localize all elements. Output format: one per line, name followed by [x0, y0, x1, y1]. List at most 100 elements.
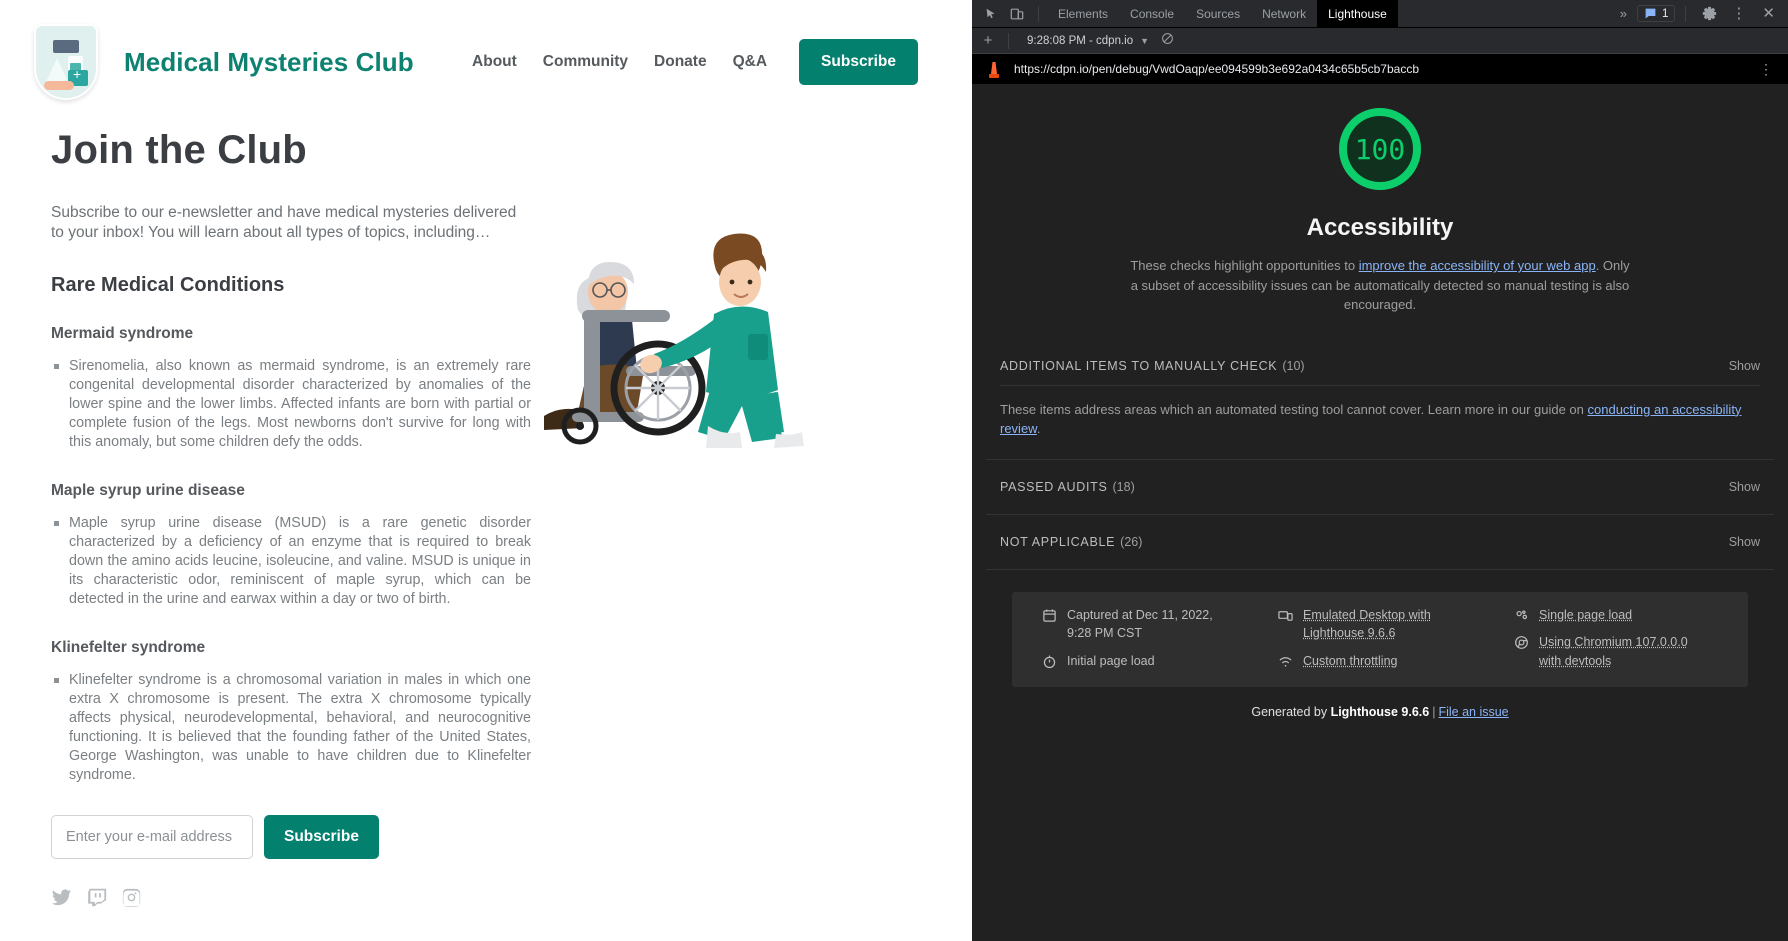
lighthouse-url-bar: https://cdpn.io/pen/debug/VwdOaqp/ee0945… [972, 54, 1788, 84]
list-item: Maple syrup urine disease (MSUD) is a ra… [51, 514, 531, 609]
site-header: Medical Mysteries Club About Community D… [0, 0, 972, 110]
metadata-column-2: Emulated Desktop with Lighthouse 9.6.6 C… [1278, 606, 1492, 671]
emulation-link[interactable]: Emulated Desktop with Lighthouse 9.6.6 [1303, 606, 1453, 644]
form-subscribe-button[interactable]: Subscribe [264, 815, 379, 859]
tab-network[interactable]: Network [1251, 0, 1317, 28]
twitch-icon[interactable] [86, 887, 107, 908]
nav-item-qanda[interactable]: Q&A [733, 53, 767, 71]
stopwatch-icon [1042, 654, 1057, 669]
chromium-version-link[interactable]: Using Chromium 107.0.0.0 with devtools [1539, 633, 1689, 671]
screen: Medical Mysteries Club About Community D… [0, 0, 1788, 941]
medical-shield-logo-icon[interactable] [34, 24, 98, 100]
clear-all-icon[interactable] [1161, 32, 1174, 50]
section-show-toggle[interactable]: Show [1729, 535, 1760, 549]
score-gauge-wrap: 100 Accessibility These checks highlight… [986, 84, 1774, 315]
score-value: 100 [1355, 133, 1406, 166]
vertical-dots-icon[interactable]: ⋮ [1754, 62, 1778, 76]
gear-icon[interactable] [1696, 2, 1722, 26]
report-footer: Generated by Lighthouse 9.6.6|File an is… [986, 687, 1774, 719]
section-passed-audits: PASSED AUDITS (18) Show [986, 460, 1774, 515]
metadata-column-1: Captured at Dec 11, 2022, 9:28 PM CST In… [1042, 606, 1256, 671]
generated-prefix: Generated by [1251, 705, 1330, 719]
nav-item-about[interactable]: About [472, 53, 517, 71]
section-show-toggle[interactable]: Show [1729, 480, 1760, 494]
issues-badge[interactable]: 1 [1637, 5, 1675, 22]
list-item: Klinefelter syndrome is a chromosomal va… [51, 671, 531, 785]
lighthouse-favicon-icon [986, 60, 1002, 78]
close-icon[interactable]: ✕ [1755, 6, 1782, 21]
devices-icon [1278, 608, 1293, 623]
calendar-icon [1042, 608, 1057, 623]
tab-elements[interactable]: Elements [1047, 0, 1119, 28]
toolbar-divider-2 [1685, 6, 1686, 22]
section-title: PASSED AUDITS [1000, 480, 1108, 494]
section-count: (26) [1120, 535, 1142, 549]
section-body: These items address areas which an autom… [986, 386, 1774, 459]
category-description: These checks highlight opportunities to … [1128, 256, 1633, 315]
devtools-tabbar: Elements Console Sources Network Lightho… [972, 0, 1788, 28]
nav-item-community[interactable]: Community [543, 53, 628, 71]
section-show-toggle[interactable]: Show [1729, 359, 1760, 373]
section-header: PASSED AUDITS (18) Show [986, 460, 1774, 514]
list-item: Sirenomelia, also known as mermaid syndr… [51, 357, 531, 452]
section-count: (18) [1113, 480, 1135, 494]
file-an-issue-link[interactable]: File an issue [1438, 705, 1508, 719]
captured-at-text: Captured at Dec 11, 2022, 9:28 PM CST [1067, 606, 1217, 644]
desc-part-1: These checks highlight opportunities to [1130, 258, 1358, 273]
improve-accessibility-link[interactable]: improve the accessibility of your web ap… [1359, 258, 1596, 273]
throttling-link[interactable]: Custom throttling [1303, 652, 1397, 671]
twitter-icon[interactable] [51, 887, 72, 908]
single-page-icon [1514, 608, 1529, 623]
metadata-item: Using Chromium 107.0.0.0 with devtools [1514, 633, 1728, 671]
chevron-double-right-icon[interactable]: » [1612, 6, 1635, 21]
social-links [51, 887, 938, 908]
body-part-2: . [1037, 421, 1041, 436]
metadata-column-3: Single page load Using Chromium 107.0.0.… [1514, 606, 1728, 671]
section-title: NOT APPLICABLE [1000, 535, 1115, 549]
audited-url: https://cdpn.io/pen/debug/VwdOaqp/ee0945… [1014, 62, 1754, 76]
vertical-dots-icon[interactable]: ⋮ [1724, 6, 1753, 21]
email-field[interactable] [51, 815, 253, 859]
nurse-pushing-patient-in-wheelchair-illustration [520, 190, 840, 450]
lighthouse-run-select[interactable]: 9:28:08 PM - cdpn.io [1027, 35, 1133, 47]
body-part-1: These items address areas which an autom… [1000, 402, 1588, 417]
condition-title-2: Maple syrup urine disease [51, 482, 938, 500]
section-not-applicable: NOT APPLICABLE (26) Show [986, 515, 1774, 570]
devtools-toolbar-actions: » 1 ⋮ ✕ [1612, 2, 1788, 26]
site-title: Medical Mysteries Club [124, 47, 414, 78]
single-page-load-link[interactable]: Single page load [1539, 606, 1632, 625]
section-title: ADDITIONAL ITEMS TO MANUALLY CHECK [1000, 359, 1277, 373]
issues-message-icon [1644, 7, 1657, 20]
page-title: Join the Club [51, 128, 938, 173]
device-toolbar-icon[interactable] [1004, 2, 1030, 26]
metadata-item: Custom throttling [1278, 652, 1492, 671]
header-subscribe-button[interactable]: Subscribe [799, 39, 918, 85]
nav-item-donate[interactable]: Donate [654, 53, 707, 71]
section-count: (10) [1282, 359, 1304, 373]
throttling-icon [1278, 654, 1293, 669]
condition-list-3: Klinefelter syndrome is a chromosomal va… [34, 671, 531, 785]
tab-console[interactable]: Console [1119, 0, 1185, 28]
category-title: Accessibility [1307, 214, 1454, 242]
page-intro: Subscribe to our e-newsletter and have m… [51, 203, 521, 244]
section-header: NOT APPLICABLE (26) Show [986, 515, 1774, 569]
report-metadata-card: Captured at Dec 11, 2022, 9:28 PM CST In… [1012, 592, 1748, 687]
section-header: ADDITIONAL ITEMS TO MANUALLY CHECK (10) … [986, 341, 1774, 385]
instagram-icon[interactable] [121, 887, 142, 908]
tab-sources[interactable]: Sources [1185, 0, 1251, 28]
footer-separator: | [1432, 705, 1435, 719]
metadata-item: Initial page load [1042, 652, 1256, 671]
lh-toolbar-divider [1008, 33, 1009, 49]
lighthouse-toolbar: + 9:28:08 PM - cdpn.io ▼ [972, 28, 1788, 54]
tab-lighthouse[interactable]: Lighthouse [1317, 0, 1398, 28]
chevron-down-icon[interactable]: ▼ [1140, 36, 1149, 46]
plus-icon[interactable]: + [976, 31, 1000, 51]
primary-nav: About Community Donate Q&A Subscribe [472, 39, 952, 85]
condition-title-3: Klinefelter syndrome [51, 639, 938, 657]
metadata-item: Emulated Desktop with Lighthouse 9.6.6 [1278, 606, 1492, 644]
issues-count: 1 [1662, 8, 1668, 20]
generated-lighthouse-version: Lighthouse 9.6.6 [1331, 705, 1430, 719]
metadata-item: Single page load [1514, 606, 1728, 625]
chromium-icon [1514, 635, 1529, 650]
inspect-element-icon[interactable] [978, 2, 1004, 26]
